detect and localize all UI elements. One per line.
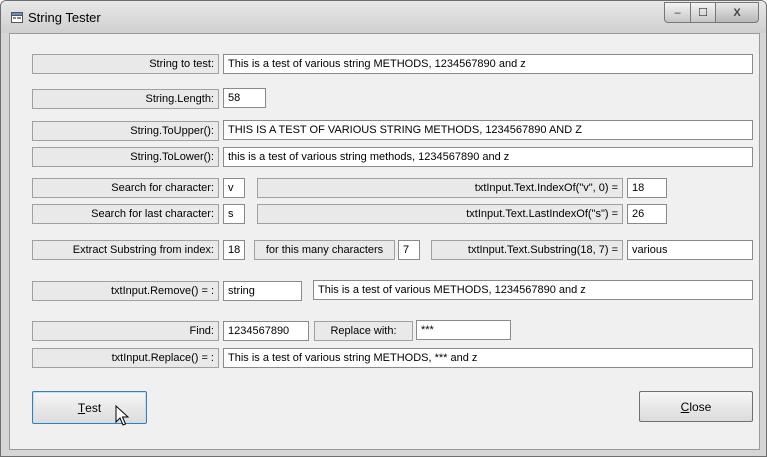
string-tester-window: String Tester – ☐ X String to test: This… — [0, 0, 767, 457]
string-length-output[interactable]: 58 — [223, 88, 266, 108]
to-upper-label: String.ToUpper(): — [32, 121, 219, 141]
string-to-test-label: String to test: — [32, 54, 219, 74]
close-button[interactable]: Close — [639, 391, 753, 422]
find-label: Find: — [32, 321, 219, 341]
last-index-of-label: txtInput.Text.LastIndexOf("s") = — [257, 204, 623, 224]
minimize-icon: – — [674, 6, 681, 19]
search-char-input[interactable]: v — [223, 178, 245, 198]
last-index-of-output[interactable]: 26 — [627, 204, 667, 224]
find-input[interactable]: 1234567890 — [223, 321, 309, 341]
substring-result-label: txtInput.Text.Substring(18, 7) = — [431, 240, 623, 260]
to-upper-output[interactable]: THIS IS A TEST OF VARIOUS STRING METHODS… — [223, 120, 753, 140]
form-client-area: String to test: This is a test of variou… — [9, 33, 760, 450]
test-button-label: est — [85, 400, 102, 415]
close-button-label: lose — [689, 399, 712, 414]
remove-word-input[interactable]: string — [223, 281, 302, 301]
remove-label: txtInput.Remove() = : — [32, 281, 219, 301]
remove-result-output[interactable]: This is a test of various METHODS, 12345… — [313, 280, 753, 300]
close-button-mnemonic: C — [680, 399, 690, 414]
search-last-char-label: Search for last character: — [32, 204, 219, 224]
close-window-button[interactable]: X — [716, 2, 759, 23]
maximize-icon: ☐ — [698, 7, 708, 19]
search-last-char-input[interactable]: s — [223, 204, 245, 224]
replace-result-label: txtInput.Replace() = : — [32, 348, 219, 368]
replace-result-output[interactable]: This is a test of various string METHODS… — [223, 348, 753, 368]
string-length-label: String.Length: — [32, 89, 219, 109]
app-icon — [11, 12, 23, 23]
test-button-mnemonic: T — [77, 400, 86, 415]
index-of-label: txtInput.Text.IndexOf("v", 0) = — [257, 178, 623, 198]
substring-count-label: for this many characters — [254, 240, 395, 260]
string-to-test-input[interactable]: This is a test of various string METHODS… — [223, 54, 753, 74]
to-lower-output[interactable]: this is a test of various string methods… — [223, 147, 753, 167]
substring-index-label: Extract Substring from index: — [32, 240, 219, 260]
title-bar[interactable]: String Tester – ☐ X — [1, 1, 766, 33]
index-of-output[interactable]: 18 — [627, 178, 667, 198]
maximize-button[interactable]: ☐ — [691, 2, 716, 23]
window-title: String Tester — [28, 10, 101, 25]
substring-result-output[interactable]: various — [627, 240, 753, 260]
caption-buttons: – ☐ X — [664, 2, 759, 23]
substring-count-input[interactable]: 7 — [398, 240, 420, 260]
to-lower-label: String.ToLower(): — [32, 147, 219, 167]
minimize-button[interactable]: – — [664, 2, 691, 23]
replace-with-input[interactable]: *** — [416, 320, 511, 340]
replace-with-label: Replace with: — [314, 321, 413, 341]
close-icon: X — [733, 6, 741, 19]
mouse-pointer-icon — [115, 405, 129, 426]
substring-index-input[interactable]: 18 — [223, 240, 245, 260]
search-char-label: Search for character: — [32, 178, 219, 198]
test-button[interactable]: Test — [32, 391, 147, 424]
